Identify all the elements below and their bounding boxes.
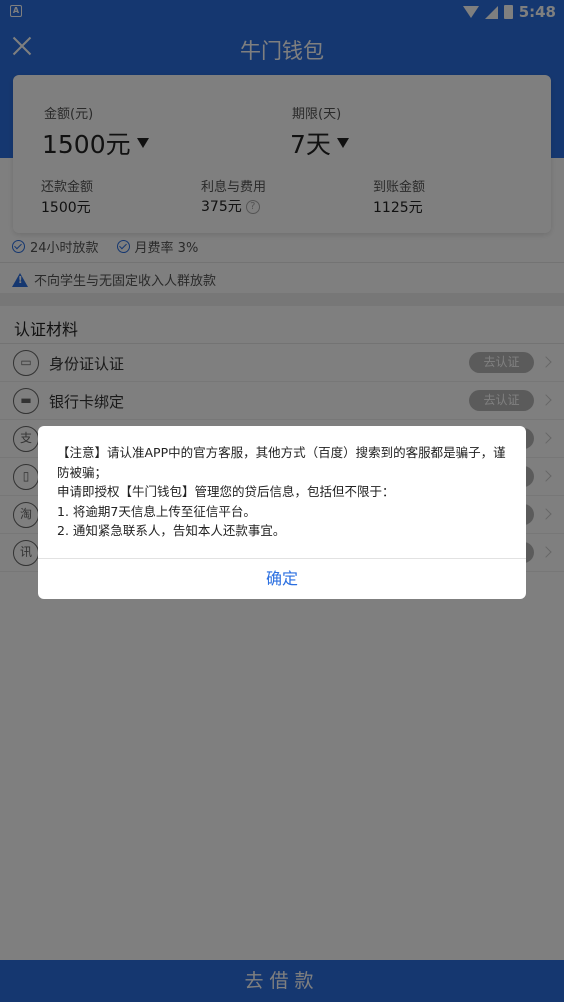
dialog-line: 2. 通知紧急联系人，告知本人还款事宜。 bbox=[57, 523, 286, 538]
dialog-message: 【注意】请认准APP中的官方客服，其他方式（百度）搜索到的客服都是骗子，谨防被骗… bbox=[57, 443, 512, 541]
dialog-line: 【注意】请认准APP中的官方客服，其他方式（百度）搜索到的客服都是骗子，谨防被骗… bbox=[57, 445, 506, 480]
notice-dialog: 【注意】请认准APP中的官方客服，其他方式（百度）搜索到的客服都是骗子，谨防被骗… bbox=[38, 426, 526, 599]
confirm-button[interactable]: 确定 bbox=[38, 559, 526, 599]
dialog-line: 申请即授权【牛门钱包】管理您的贷后信息，包括但不限于： bbox=[57, 484, 395, 499]
dialog-line: 1. 将逾期7天信息上传至征信平台。 bbox=[57, 503, 256, 519]
